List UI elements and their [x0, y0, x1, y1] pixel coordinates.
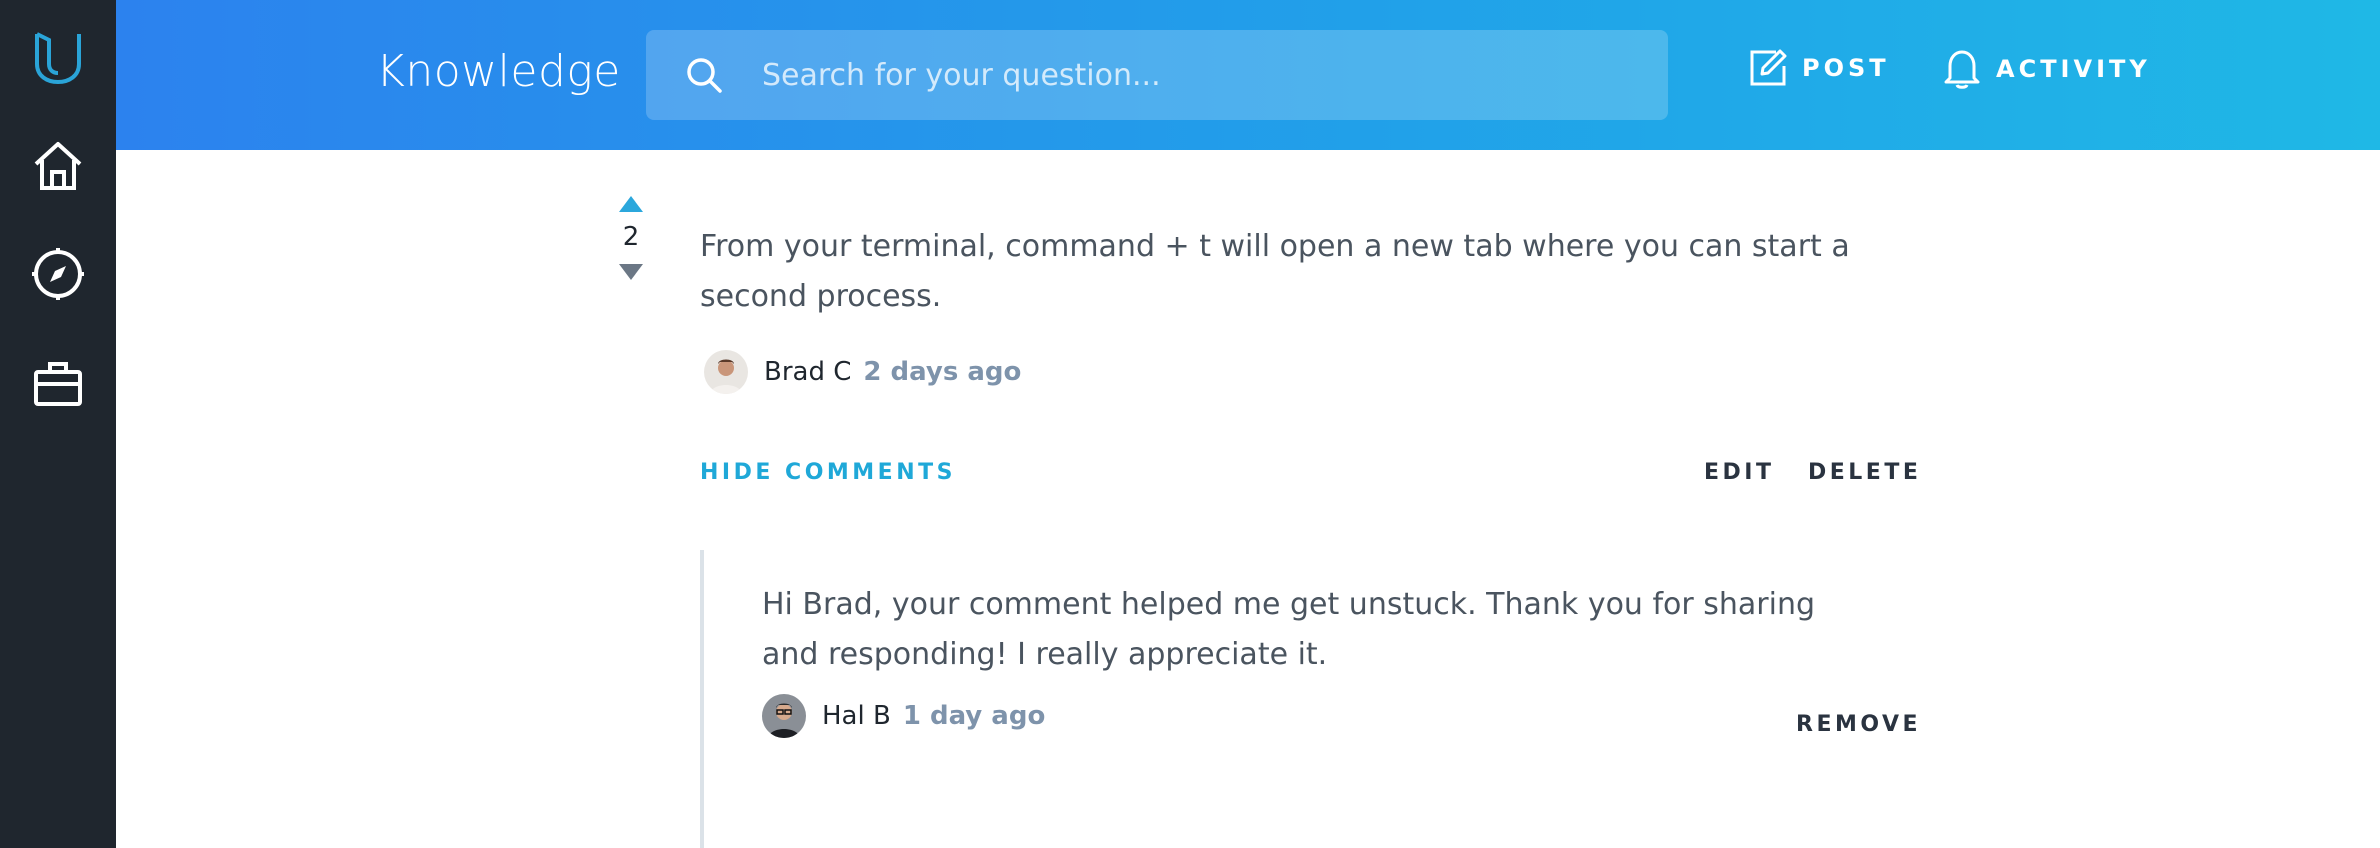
- app-title[interactable]: Knowledge: [376, 46, 621, 97]
- author-name[interactable]: Hal B: [822, 701, 891, 731]
- vote-control: 2: [612, 196, 650, 280]
- comment-thread: Hi Brad, your comment helped me get unst…: [700, 550, 1910, 848]
- timestamp: 2 days ago: [863, 357, 1022, 387]
- avatar[interactable]: [704, 350, 748, 394]
- edit-button[interactable]: EDIT: [1704, 460, 1774, 485]
- bell-icon: [1944, 50, 1980, 89]
- delete-button[interactable]: DELETE: [1808, 460, 1921, 485]
- downvote-icon[interactable]: [619, 264, 643, 280]
- avatar[interactable]: [762, 694, 806, 738]
- activity-label: ACTIVITY: [1996, 55, 2151, 83]
- search-bar[interactable]: [646, 30, 1668, 120]
- compass-icon[interactable]: [28, 244, 88, 304]
- remove-button[interactable]: REMOVE: [1796, 712, 1921, 737]
- timestamp: 1 day ago: [902, 701, 1046, 731]
- sidebar: [0, 0, 116, 848]
- answer-body: From your terminal, command + t will ope…: [700, 229, 1850, 314]
- udacity-logo-icon[interactable]: [28, 28, 88, 88]
- author-name[interactable]: Brad C: [764, 357, 851, 387]
- search-icon: [687, 58, 722, 93]
- upvote-icon[interactable]: [619, 196, 643, 212]
- activity-button[interactable]: ACTIVITY: [1942, 48, 2151, 90]
- comment-body: Hi Brad, your comment helped me get unst…: [762, 587, 1816, 672]
- hide-comments-button[interactable]: HIDE COMMENTS: [700, 460, 956, 485]
- search-input[interactable]: [762, 30, 1668, 120]
- home-icon[interactable]: [28, 136, 88, 196]
- edit-icon: [1750, 49, 1787, 86]
- top-header: Knowledge POST ACTIVITY: [116, 0, 2380, 150]
- post-label: POST: [1802, 54, 1890, 82]
- briefcase-icon[interactable]: [28, 354, 88, 414]
- vote-count: 2: [622, 222, 640, 252]
- comment-author: Hal B 1 day ago: [762, 694, 1045, 738]
- answer-author: Brad C 2 days ago: [704, 350, 1021, 394]
- post-button[interactable]: POST: [1748, 48, 1890, 88]
